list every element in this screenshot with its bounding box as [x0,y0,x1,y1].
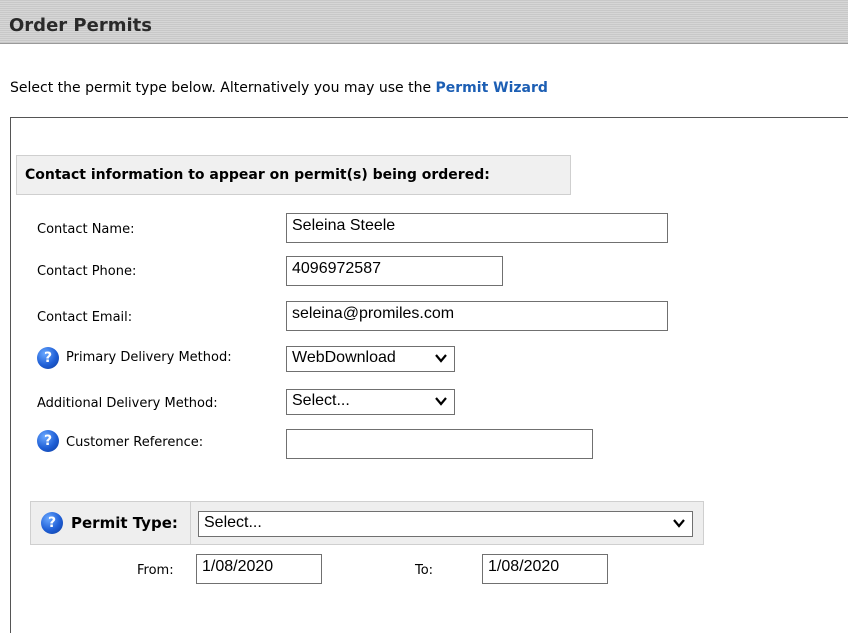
primary-delivery-label: Primary Delivery Method: [66,350,232,365]
permit-type-bar: ? Permit Type: Select... [30,501,704,545]
intro-text: Select the permit type below. Alternativ… [10,80,548,96]
additional-delivery-label: Additional Delivery Method: [37,396,218,411]
page-title: Order Permits [9,15,152,36]
help-icon[interactable]: ? [37,430,59,452]
divider [10,117,848,118]
page-header: Order Permits [0,0,848,44]
chevron-down-icon [435,354,447,363]
permit-type-label: Permit Type: [71,514,178,532]
permit-wizard-link[interactable]: Permit Wizard [436,80,548,96]
additional-delivery-value: Select... [292,392,350,409]
customer-reference-input[interactable] [286,429,593,459]
permit-type-select[interactable]: Select... [198,511,693,537]
content-left-border [10,117,11,633]
chevron-down-icon [435,397,447,406]
intro-sentence: Select the permit type below. Alternativ… [10,80,436,96]
primary-delivery-value: WebDownload [292,349,396,366]
chevron-down-icon [673,519,685,528]
contact-email-label: Contact Email: [37,310,133,325]
to-label: To: [415,563,434,578]
permit-type-label-box: ? Permit Type: [31,502,191,544]
contact-section-title: Contact information to appear on permit(… [25,167,490,183]
permit-type-value: Select... [204,514,262,531]
additional-delivery-select[interactable]: Select... [286,389,455,415]
contact-section-header: Contact information to appear on permit(… [16,155,571,195]
help-icon[interactable]: ? [37,347,59,369]
help-icon[interactable]: ? [41,512,63,534]
contact-name-input[interactable]: Seleina Steele [286,213,668,243]
to-date-input[interactable]: 1/08/2020 [482,554,608,584]
from-date-input[interactable]: 1/08/2020 [196,554,322,584]
contact-name-label: Contact Name: [37,222,135,237]
customer-reference-label: Customer Reference: [66,435,204,450]
primary-delivery-select[interactable]: WebDownload [286,346,455,372]
contact-email-input[interactable]: seleina@promiles.com [286,301,668,331]
from-label: From: [137,563,174,578]
contact-phone-label: Contact Phone: [37,264,137,279]
contact-phone-input[interactable]: 4096972587 [286,256,503,286]
